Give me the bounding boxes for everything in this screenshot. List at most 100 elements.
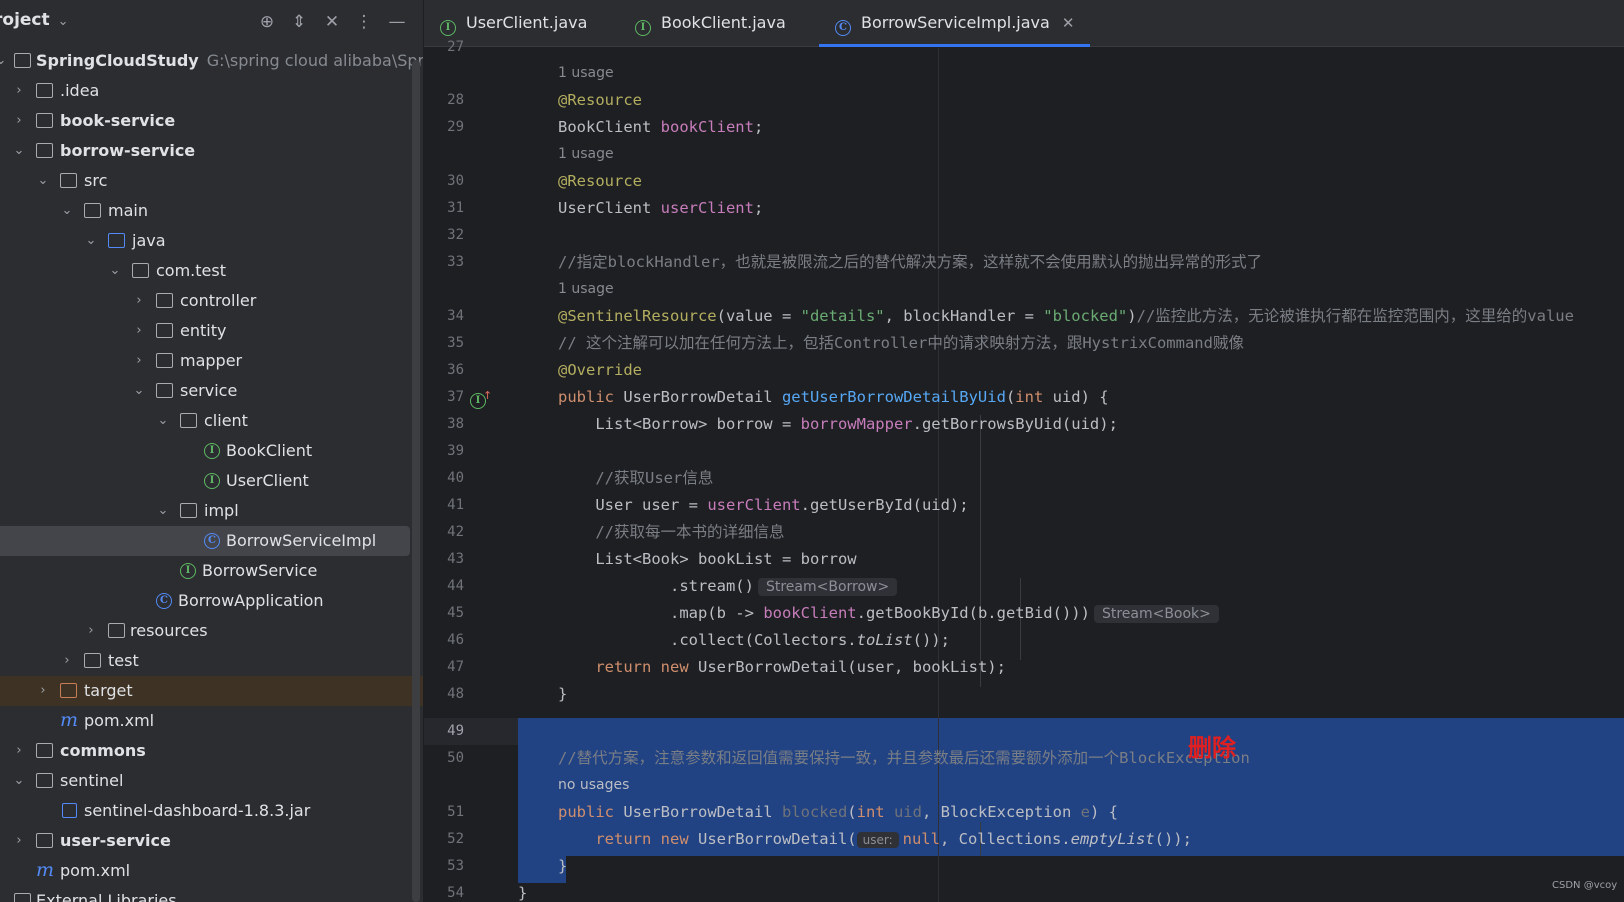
excluded-folder-icon [60,683,77,698]
tree-item-borrowserviceimpl[interactable]: C BorrowServiceImpl [0,526,410,556]
package-icon [180,413,197,428]
tree-item-external-libraries[interactable]: External Libraries [0,886,423,902]
code-text: @Resource [558,91,642,109]
code-line: 29 BookClient bookClient; [424,114,1624,141]
code-text: User user = userClient.getUserById(uid); [558,496,969,514]
minimize-icon[interactable]: — [384,9,410,35]
interface-icon: I [204,473,220,489]
code-text: } [518,884,528,902]
usage-hint[interactable]: no usages [558,772,629,799]
line-number: 45 [447,605,464,621]
code-text: } [558,857,568,875]
chevron-right-icon: › [40,683,46,698]
tree-item-test[interactable]: › test [0,646,423,676]
line-number: 49 [447,723,464,739]
code-line: 51 public UserBorrowDetail blocked(int ui… [424,799,1624,826]
usage-hint[interactable]: 1 usage [558,60,614,87]
tree-item-label: External Libraries [36,891,177,902]
chevron-right-icon: › [16,83,22,98]
tree-item-label: service [180,381,238,400]
tree-item-target[interactable]: › target [0,676,423,706]
tree-item-controller[interactable]: › controller [0,286,423,316]
tree-item-borrow-service[interactable]: ⌄ borrow-service [0,136,423,166]
expand-icon[interactable]: ⇕ [286,9,312,35]
tree-item-label: sentinel-dashboard-1.8.3.jar [84,801,311,820]
tree-item-label: java [132,231,166,250]
tree-item-borrowapplication[interactable]: C BorrowApplication [0,586,423,616]
line-number: 54 [447,885,464,901]
code-text: BookClient bookClient; [558,118,764,136]
project-panel-header: roject ⌄ ⊕ ⇕ ✕ ⋮ — [0,0,423,44]
chevron-down-icon: ⌄ [37,173,49,188]
chevron-right-icon: › [16,833,22,848]
tree-item-java[interactable]: ⌄ java [0,226,423,256]
tree-item-root-pom-xml[interactable]: m pom.xml [0,856,423,886]
line-number: 27 [447,39,464,55]
tree-item-springcloudstudy[interactable]: ⌄ SpringCloudStudyG:\spring cloud alibab… [0,46,424,76]
line-number: 31 [447,200,464,216]
project-scrollbar[interactable] [412,60,420,902]
code-line: 37 public UserBorrowDetail getUserBorrowD… [424,384,1624,411]
code-line: 36 @Override [424,357,1624,384]
tree-item-book-service[interactable]: › book-service [0,106,423,136]
line-number: 41 [447,497,464,513]
tree-item-user-service[interactable]: › user-service [0,826,423,856]
usage-hint[interactable]: 1 usage [558,141,614,168]
more-icon[interactable]: ⋮ [351,9,377,35]
chevron-down-icon: ⌄ [61,203,73,218]
code-comment: //指定blockHandler，也就是被限流之后的替代解决方案，这样就不会使用… [558,253,1263,271]
close-icon[interactable]: ✕ [1062,14,1075,32]
chevron-down-icon: ⌄ [85,233,97,248]
tree-item-label: target [84,681,133,700]
package-icon [156,323,173,338]
crosshair-icon[interactable]: ⊕ [254,9,280,35]
tree-item-client[interactable]: ⌄ client [0,406,423,436]
tree-item-label: .idea [60,81,100,100]
line-number: 46 [447,632,464,648]
tree-item-com-test[interactable]: ⌄ com.test [0,256,423,286]
type-inlay-hint: Stream<Book> [1093,605,1219,623]
line-number: 39 [447,443,464,459]
tree-item-entity[interactable]: › entity [0,316,423,346]
project-panel: roject ⌄ ⊕ ⇕ ✕ ⋮ — ⌄ SpringCloudStudyG:\s… [0,0,424,902]
code-line: 44 .stream() Stream<Borrow> [424,573,1624,600]
folder-icon [36,83,53,98]
tree-item-impl[interactable]: ⌄ impl [0,496,423,526]
project-view-selector[interactable]: roject ⌄ [0,10,69,30]
tree-item-service[interactable]: ⌄ service [0,376,423,406]
tree-item-label: src [84,171,108,190]
code-text: public UserBorrowDetail getUserBorrowDet… [558,388,1109,406]
tree-item-label: BorrowApplication [178,591,324,610]
tree-item-commons[interactable]: › commons [0,736,423,766]
code-lines[interactable]: 27 1 usage 28 @Resource 29 BookClient book… [424,39,1624,902]
usage-hint[interactable]: 1 usage [558,276,614,303]
code-line: 33 //指定blockHandler，也就是被限流之后的替代解决方案，这样就不会… [424,249,1624,276]
tree-item-label: SpringCloudStudy G:\spring cloud alibaba\… [36,51,424,70]
tree-item-sentinel[interactable]: ⌄ sentinel [0,766,423,796]
line-number: 53 [447,858,464,874]
chevron-down-icon: ⌄ [57,14,69,29]
code-line: 28 @Resource [424,87,1624,114]
tree-item-bookclient[interactable]: I BookClient [0,436,423,466]
module-folder-icon [36,113,53,128]
tree-item-sentinel-jar[interactable]: sentinel-dashboard-1.8.3.jar [0,796,423,826]
tree-item-borrowservice[interactable]: I BorrowService [0,556,423,586]
package-icon [156,353,173,368]
tree-item-label: com.test [156,261,226,280]
collapse-icon[interactable]: ✕ [319,9,345,35]
tree-item-pom-xml[interactable]: m pom.xml [0,706,423,736]
tree-item-mapper[interactable]: › mapper [0,346,423,376]
folder-icon [60,173,77,188]
line-number: 40 [447,470,464,486]
line-number: 35 [447,335,464,351]
line-number: 44 [447,578,464,594]
parameter-inlay-hint: user: [856,832,899,848]
code-text: @Resource [558,172,642,190]
jar-icon [62,803,77,818]
tree-item-main[interactable]: ⌄ main [0,196,423,226]
tree-item-resources[interactable]: › resources [0,616,423,646]
tree-item-idea[interactable]: › .idea [0,76,423,106]
tree-item-src[interactable]: ⌄ src [0,166,423,196]
code-text: UserClient userClient; [558,199,764,217]
tree-item-userclient[interactable]: I UserClient [0,466,423,496]
